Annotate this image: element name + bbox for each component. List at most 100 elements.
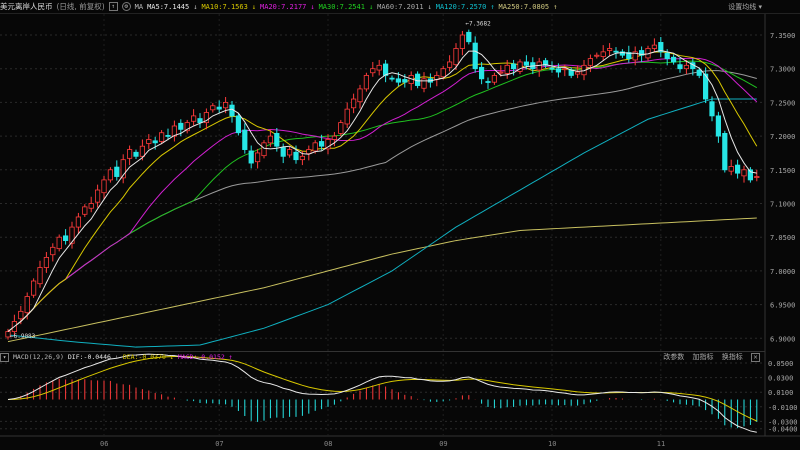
candle-up [594,54,600,57]
candle-down [555,68,562,73]
candle-up [491,75,498,83]
candle-up [498,71,504,74]
candle-down [318,141,325,147]
candle-down [216,106,222,110]
candle-down [389,77,395,80]
ma250-line [7,217,757,343]
candle-up [344,108,350,125]
candle-down [178,122,184,130]
candle-up [607,48,613,51]
candle-up [139,145,145,157]
candle-up [286,149,293,156]
candle-down [549,67,555,70]
candle-up [30,280,37,296]
candle-up [338,122,344,134]
price-tick-label: 7.1500 [770,167,795,175]
candle-down [696,69,702,76]
candle-down [664,52,670,59]
add-indicator-button[interactable]: 加指标 [693,353,714,361]
macd-tick-label: 0.0100 [768,389,793,397]
candle-down [472,42,478,70]
dea-value: DEA:-0.0370 [122,353,166,361]
candle-up [43,257,50,268]
candle-down [293,151,299,161]
candle-down [274,133,280,147]
candle-up [600,51,606,57]
high-price-label: ←7.3682 [465,21,491,28]
macd-tick-label: 0.0300 [768,375,793,383]
candle-up [421,78,427,89]
candle-down [165,135,171,137]
candle-up [69,226,75,244]
candle-up [536,61,542,71]
candle-down [248,150,254,164]
candle-up [18,310,24,320]
candle-up [453,48,459,66]
candle-down [63,235,69,241]
candle-up [56,236,62,250]
candle-up [370,68,376,74]
candle-up [158,132,165,142]
candle-up [504,64,510,74]
candle-down [466,31,472,43]
candle-up [446,61,453,68]
candle-down [510,63,517,70]
candle-down [395,78,402,83]
macd-name: MACD(12,26,9) [13,353,64,361]
x-tick-label: 06 [100,440,108,448]
candle-down [677,64,683,70]
candle-up [88,203,94,209]
price-tick-label: 7.0500 [770,234,795,242]
candle-down [197,118,203,124]
x-tick-label: 10 [548,440,556,448]
macd-value: MACD:-0.0152 [177,353,225,361]
macd-tick-label: -0.0100 [768,404,798,412]
candle-up [306,149,312,155]
candle-down [485,81,491,83]
change-params-button[interactable]: 改参数 [663,353,684,361]
candle-down [242,129,248,150]
candle-up [363,75,370,90]
candlestick-chart: 7.3500 7.3000 7.2500 7.2000 7.1500 7.1000 7.05… [0,14,800,448]
collapse-icon[interactable]: ▾ [0,352,9,362]
price-tick-label: 7.0000 [770,268,795,276]
dif-line [7,353,757,433]
candle-down [235,115,241,134]
candle-up [267,135,274,144]
ma5-line [7,49,757,332]
close-icon[interactable]: × [751,353,760,362]
candle-up [587,58,594,66]
candle-up [741,169,747,177]
candle-up [210,105,216,111]
switch-indicator-button[interactable]: 换指标 [722,353,743,361]
price-tick-label: 7.2500 [770,99,795,107]
candle-up [75,216,81,228]
dea-line [7,356,758,422]
x-tick-label: 11 [657,440,665,448]
candle-up [222,102,229,109]
candle-down [613,50,619,53]
candle-up [146,139,152,144]
candle-up [190,115,197,122]
candle-down [671,56,677,63]
price-tick-label: 7.3000 [770,66,795,74]
candle-up [299,155,306,161]
candle-up [50,246,56,256]
x-tick-label: 09 [439,440,447,448]
low-price-label: ←6.9083 [10,333,36,340]
candle-down [478,66,485,80]
candle-up [357,88,363,103]
candle-up [95,189,101,203]
candle-down [722,133,728,171]
macd-tick-label: -0.0400 [768,426,798,434]
candle-up [575,71,581,75]
candle-up [376,64,382,71]
candle-up [127,149,133,159]
macd-tick-label: 0.0500 [768,360,793,368]
down-arrow-icon: ↓ [169,353,174,361]
candle-down [523,61,530,66]
candle-up [312,142,318,152]
candle-up [440,68,446,78]
ma20-line [7,57,758,332]
dif-value: DIF:-0.0446 [67,353,111,361]
